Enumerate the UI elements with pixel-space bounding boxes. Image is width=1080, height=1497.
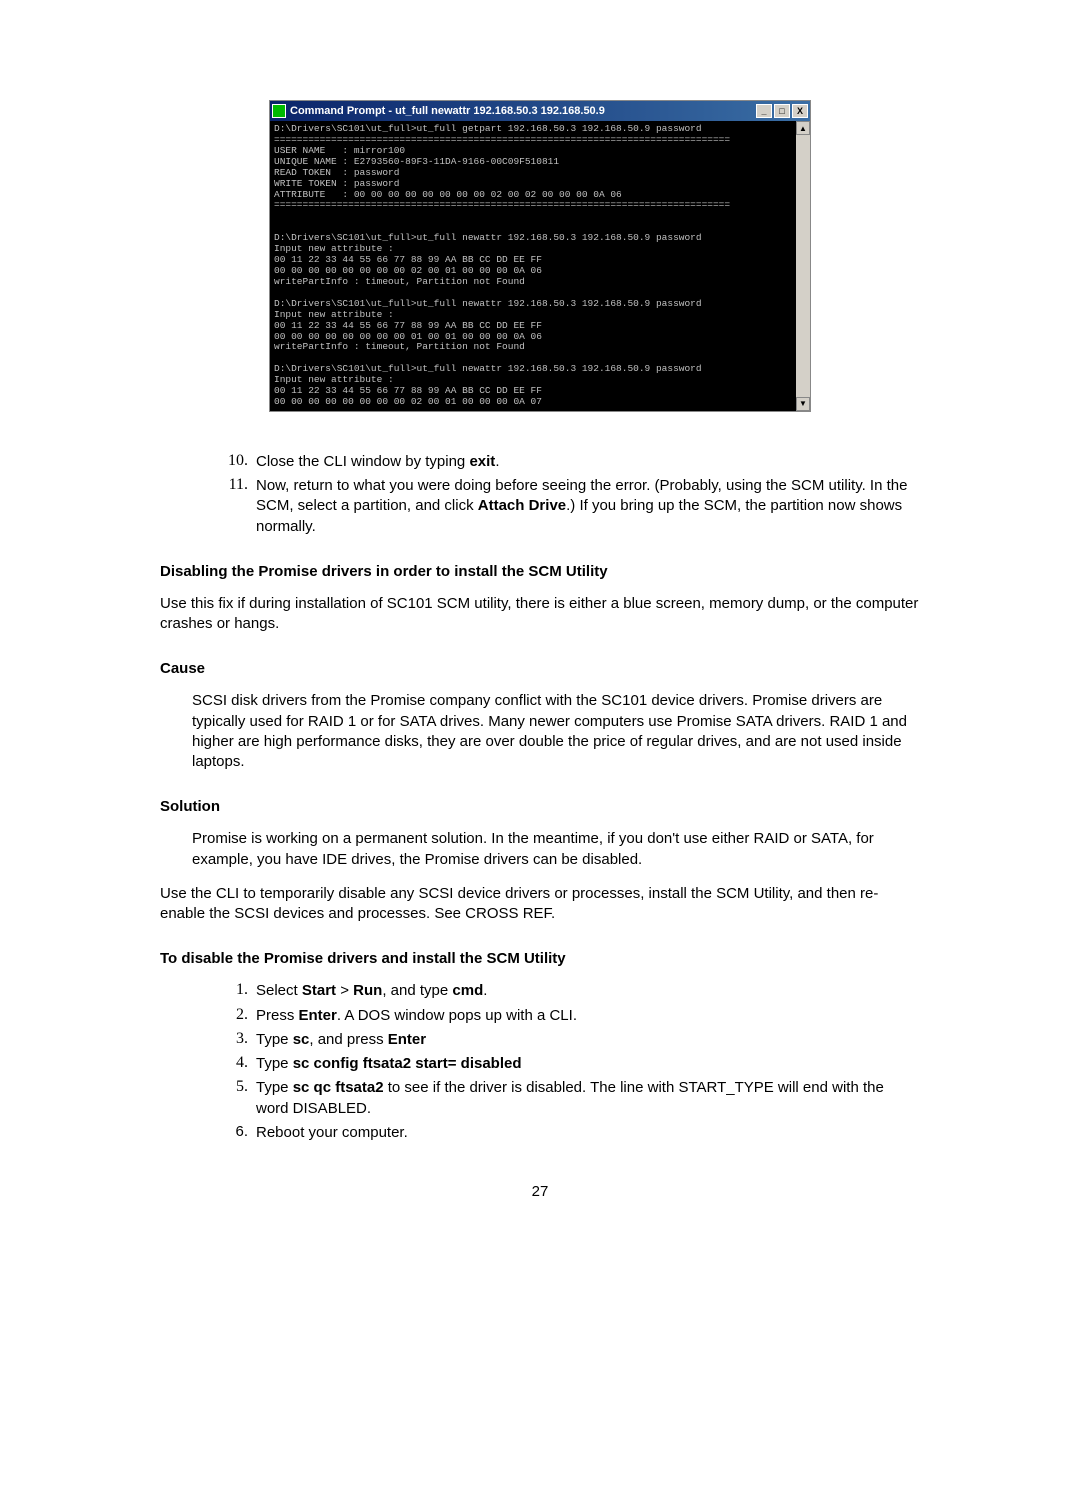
step-10-number: 10.	[222, 452, 248, 472]
heading-cause: Cause	[160, 660, 920, 677]
terminal-scrollbar[interactable]: ▲ ▼	[796, 121, 810, 411]
page: Command Prompt - ut_full newattr 192.168…	[0, 100, 1080, 1497]
step-10: 10. Close the CLI window by typing exit.	[222, 452, 920, 472]
run-label: Run	[353, 982, 382, 999]
disable-step-6: 6. Reboot your computer.	[222, 1123, 920, 1143]
terminal-output: D:\Drivers\SC101\ut_full>ut_full getpart…	[270, 121, 796, 411]
disable-step-5: 5. Type sc qc ftsata2 to see if the driv…	[222, 1078, 920, 1119]
heading-solution: Solution	[160, 798, 920, 815]
para-intro: Use this fix if during installation of S…	[160, 594, 920, 635]
para-solution: Promise is working on a permanent soluti…	[192, 829, 920, 870]
para-cause: SCSI disk drivers from the Promise compa…	[192, 691, 920, 772]
cmd-prompt-icon	[272, 104, 286, 118]
num: 5.	[222, 1078, 248, 1119]
text: .	[495, 453, 499, 470]
heading-disable-promise: Disabling the Promise drivers in order t…	[160, 563, 920, 580]
text: Type	[256, 1079, 293, 1096]
page-number: 27	[160, 1183, 920, 1200]
disable-step-4: 4. Type sc config ftsata2 start= disable…	[222, 1054, 920, 1074]
cmd-screenshot: Command Prompt - ut_full newattr 192.168…	[160, 100, 920, 412]
text: Close the CLI window by typing	[256, 453, 469, 470]
cmd-title: Command Prompt - ut_full newattr 192.168…	[290, 105, 756, 117]
text: Select	[256, 982, 302, 999]
text: >	[336, 982, 353, 999]
num: 3.	[222, 1030, 248, 1050]
sc-command: sc	[293, 1031, 310, 1048]
step-11-text: Now, return to what you were doing befor…	[256, 476, 920, 537]
content: Press Enter. A DOS window pops up with a…	[256, 1006, 920, 1026]
text: , and press	[309, 1031, 387, 1048]
exit-command: exit	[469, 453, 495, 470]
disable-step-3: 3. Type sc, and press Enter	[222, 1030, 920, 1050]
steps-10-11: 10. Close the CLI window by typing exit.…	[160, 452, 920, 537]
step-11-number: 11.	[222, 476, 248, 537]
window-controls: _ □ X	[756, 104, 808, 118]
disable-step-2: 2. Press Enter. A DOS window pops up wit…	[222, 1006, 920, 1026]
text: Type	[256, 1031, 293, 1048]
text: Press	[256, 1007, 299, 1024]
step-10-text: Close the CLI window by typing exit.	[256, 452, 920, 472]
enter-label: Enter	[299, 1007, 337, 1024]
disable-step-1: 1. Select Start > Run, and type cmd.	[222, 981, 920, 1001]
num: 4.	[222, 1054, 248, 1074]
content: Reboot your computer.	[256, 1123, 920, 1143]
scroll-down-icon[interactable]: ▼	[796, 397, 810, 411]
maximize-button[interactable]: □	[774, 104, 790, 118]
text: . A DOS window pops up with a CLI.	[337, 1007, 577, 1024]
para-cli: Use the CLI to temporarily disable any S…	[160, 884, 920, 925]
minimize-button[interactable]: _	[756, 104, 772, 118]
text: Type	[256, 1055, 293, 1072]
text: .	[483, 982, 487, 999]
content: Type sc config ftsata2 start= disabled	[256, 1054, 920, 1074]
content: Select Start > Run, and type cmd.	[256, 981, 920, 1001]
cmd-label: cmd	[452, 982, 483, 999]
content: Type sc qc ftsata2 to see if the driver …	[256, 1078, 920, 1119]
heading-to-disable: To disable the Promise drivers and insta…	[160, 950, 920, 967]
num: 1.	[222, 981, 248, 1001]
scroll-up-icon[interactable]: ▲	[796, 121, 810, 135]
cmd-titlebar: Command Prompt - ut_full newattr 192.168…	[270, 101, 810, 121]
attach-drive-label: Attach Drive	[478, 497, 566, 514]
close-button[interactable]: X	[792, 104, 808, 118]
num: 2.	[222, 1006, 248, 1026]
num: 6.	[222, 1123, 248, 1143]
cmd-window: Command Prompt - ut_full newattr 192.168…	[269, 100, 811, 412]
step-11: 11. Now, return to what you were doing b…	[222, 476, 920, 537]
text: , and type	[382, 982, 452, 999]
sc-qc-command: sc qc ftsata2	[293, 1079, 384, 1096]
terminal-wrap: D:\Drivers\SC101\ut_full>ut_full getpart…	[270, 121, 810, 411]
sc-config-command: sc config ftsata2 start= disabled	[293, 1055, 522, 1072]
disable-steps: 1. Select Start > Run, and type cmd. 2. …	[160, 981, 920, 1143]
start-label: Start	[302, 982, 336, 999]
enter-label-2: Enter	[388, 1031, 426, 1048]
content: Type sc, and press Enter	[256, 1030, 920, 1050]
